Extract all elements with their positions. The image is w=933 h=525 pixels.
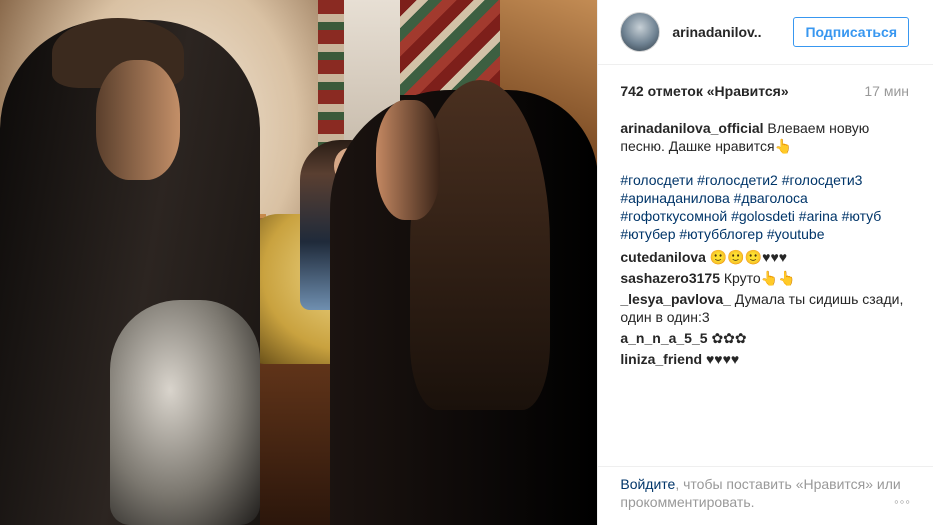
hashtag-link[interactable]: #аринаданилова [620, 190, 729, 206]
photo-guitarist-face [96, 60, 180, 180]
comment-item: liniza_friend ♥♥♥♥ [620, 350, 909, 368]
comment-username[interactable]: cutedanilova [620, 249, 706, 265]
post-sidebar: arinadanilov.. Подписаться 742 отметок «… [597, 0, 933, 525]
comment-item: cutedanilova 🙂🙂🙂♥♥♥ [620, 248, 909, 266]
hashtag-link[interactable]: #golosdeti [731, 208, 795, 224]
photo-singer-face [376, 100, 440, 220]
comment-username[interactable]: a_n_n_a_5_5 [620, 330, 707, 346]
photo-guitar [110, 300, 260, 525]
post-photo[interactable] [0, 0, 598, 525]
username-link[interactable]: arinadanilov.. [672, 24, 793, 40]
post-header: arinadanilov.. Подписаться [598, 0, 933, 65]
hashtag-link[interactable]: #arina [799, 208, 838, 224]
hashtag-link[interactable]: #голосдети [620, 172, 693, 188]
hashtag-link[interactable]: #ютубблогер [679, 226, 763, 242]
comment-item: a_n_n_a_5_5 ✿✿✿ [620, 329, 909, 347]
follow-button[interactable]: Подписаться [793, 17, 909, 47]
post-container: arinadanilov.. Подписаться 742 отметок «… [0, 0, 933, 525]
comment-text: 🙂🙂🙂♥♥♥ [709, 249, 788, 265]
hashtag-link[interactable]: #youtube [767, 226, 825, 242]
comments-list: arinadanilova_official Влеваем новую пес… [620, 119, 909, 368]
comment-text: ✿✿✿ [711, 330, 747, 346]
hashtag-link[interactable]: #голосдети3 [782, 172, 863, 188]
hashtag-link[interactable]: #ютубер [620, 226, 675, 242]
caption: arinadanilova_official Влеваем новую пес… [620, 119, 909, 155]
post-meta: 742 отметок «Нравится» 17 мин [620, 83, 909, 99]
comment-text: ♥♥♥♥ [705, 351, 740, 367]
login-link[interactable]: Войдите [620, 476, 675, 492]
comment-item: _lesya_pavlova_ Думала ты сидишь сзади, … [620, 290, 909, 326]
comment-username[interactable]: liniza_friend [620, 351, 702, 367]
hashtag-link[interactable]: #дваголоса [734, 190, 808, 206]
hashtags: #голосдети #голосдети2 #голосдети3 #арин… [620, 171, 909, 243]
comment-username[interactable]: _lesya_pavlova_ [620, 291, 731, 307]
comment-username[interactable]: sashazero3175 [620, 270, 720, 286]
login-prompt: Войдите, чтобы поставить «Нравится» или … [598, 466, 933, 511]
hashtag-link[interactable]: #ютуб [842, 208, 882, 224]
comment-item: sashazero3175 Круто👆👆 [620, 269, 909, 287]
hashtag-link[interactable]: #гофоткусомной [620, 208, 727, 224]
likes-count[interactable]: 742 отметок «Нравится» [620, 83, 788, 99]
comment-text: Круто👆👆 [723, 270, 796, 286]
post-time[interactable]: 17 мин [864, 83, 909, 99]
ellipsis-icon[interactable]: ◦◦◦ [894, 494, 911, 509]
caption-username[interactable]: arinadanilova_official [620, 120, 763, 136]
hashtag-link[interactable]: #голосдети2 [697, 172, 778, 188]
avatar[interactable] [620, 12, 661, 52]
